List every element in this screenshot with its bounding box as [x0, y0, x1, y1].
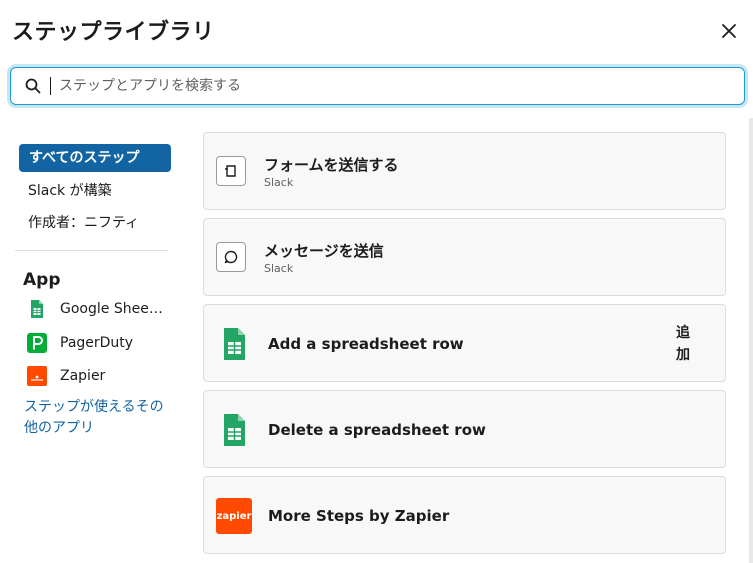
step-library-dialog: ステップライブラリ すべてのステップ Slack が構築 作成者：ニフティ Ap…: [0, 0, 753, 563]
step-card-send-message[interactable]: メッセージを送信 Slack: [203, 218, 726, 296]
message-icon: [216, 242, 246, 272]
step-card-more-steps-zapier[interactable]: zapier More Steps by Zapier: [203, 476, 726, 554]
filter-all-steps[interactable]: すべてのステップ: [19, 144, 171, 172]
add-button[interactable]: 追加: [676, 322, 696, 366]
zapier-icon-text: zapier: [216, 510, 252, 522]
close-icon[interactable]: [718, 20, 740, 42]
dialog-title: ステップライブラリ: [12, 20, 215, 45]
step-subtitle: Slack: [264, 176, 294, 189]
filter-created-by[interactable]: 作成者：ニフティ: [28, 212, 139, 232]
scrollbar[interactable]: [749, 118, 753, 563]
search-input[interactable]: [50, 77, 744, 95]
sidebar-divider: [15, 250, 168, 251]
step-card-add-spreadsheet-row[interactable]: Add a spreadsheet row 追加: [203, 304, 726, 382]
step-title: More Steps by Zapier: [268, 507, 450, 525]
google-sheets-icon: [224, 414, 245, 446]
more-apps-link[interactable]: ステップが使えるその他のアプリ: [24, 397, 164, 439]
step-card-delete-spreadsheet-row[interactable]: Delete a spreadsheet row: [203, 390, 726, 468]
step-title: Delete a spreadsheet row: [268, 421, 486, 439]
apps-heading: App: [23, 270, 61, 290]
step-title: Add a spreadsheet row: [268, 335, 464, 353]
sidebar-app-label: Zapier: [60, 368, 106, 384]
sidebar-app-label: PagerDuty: [60, 335, 134, 351]
search-box: [10, 67, 745, 105]
sidebar-app-label: Google Sheet…: [60, 301, 165, 317]
step-subtitle: Slack: [264, 262, 294, 275]
sidebar-app-pagerduty[interactable]: PagerDuty: [27, 332, 165, 354]
google-sheets-icon: [224, 328, 245, 360]
pagerduty-icon: [27, 333, 47, 353]
step-title: フォームを送信する: [264, 156, 399, 174]
sidebar-app-google-sheets[interactable]: Google Sheet…: [27, 298, 165, 320]
step-card-send-form[interactable]: フォームを送信する Slack: [203, 132, 726, 210]
zapier-icon: [27, 366, 47, 386]
zapier-icon: zapier: [216, 498, 252, 534]
google-sheets-icon: [31, 300, 43, 318]
sidebar-app-zapier[interactable]: Zapier: [27, 365, 165, 387]
step-title: メッセージを送信: [264, 242, 384, 260]
filter-built-by-slack[interactable]: Slack が構築: [28, 180, 112, 200]
search-icon: [25, 78, 41, 94]
form-icon: [216, 156, 246, 186]
